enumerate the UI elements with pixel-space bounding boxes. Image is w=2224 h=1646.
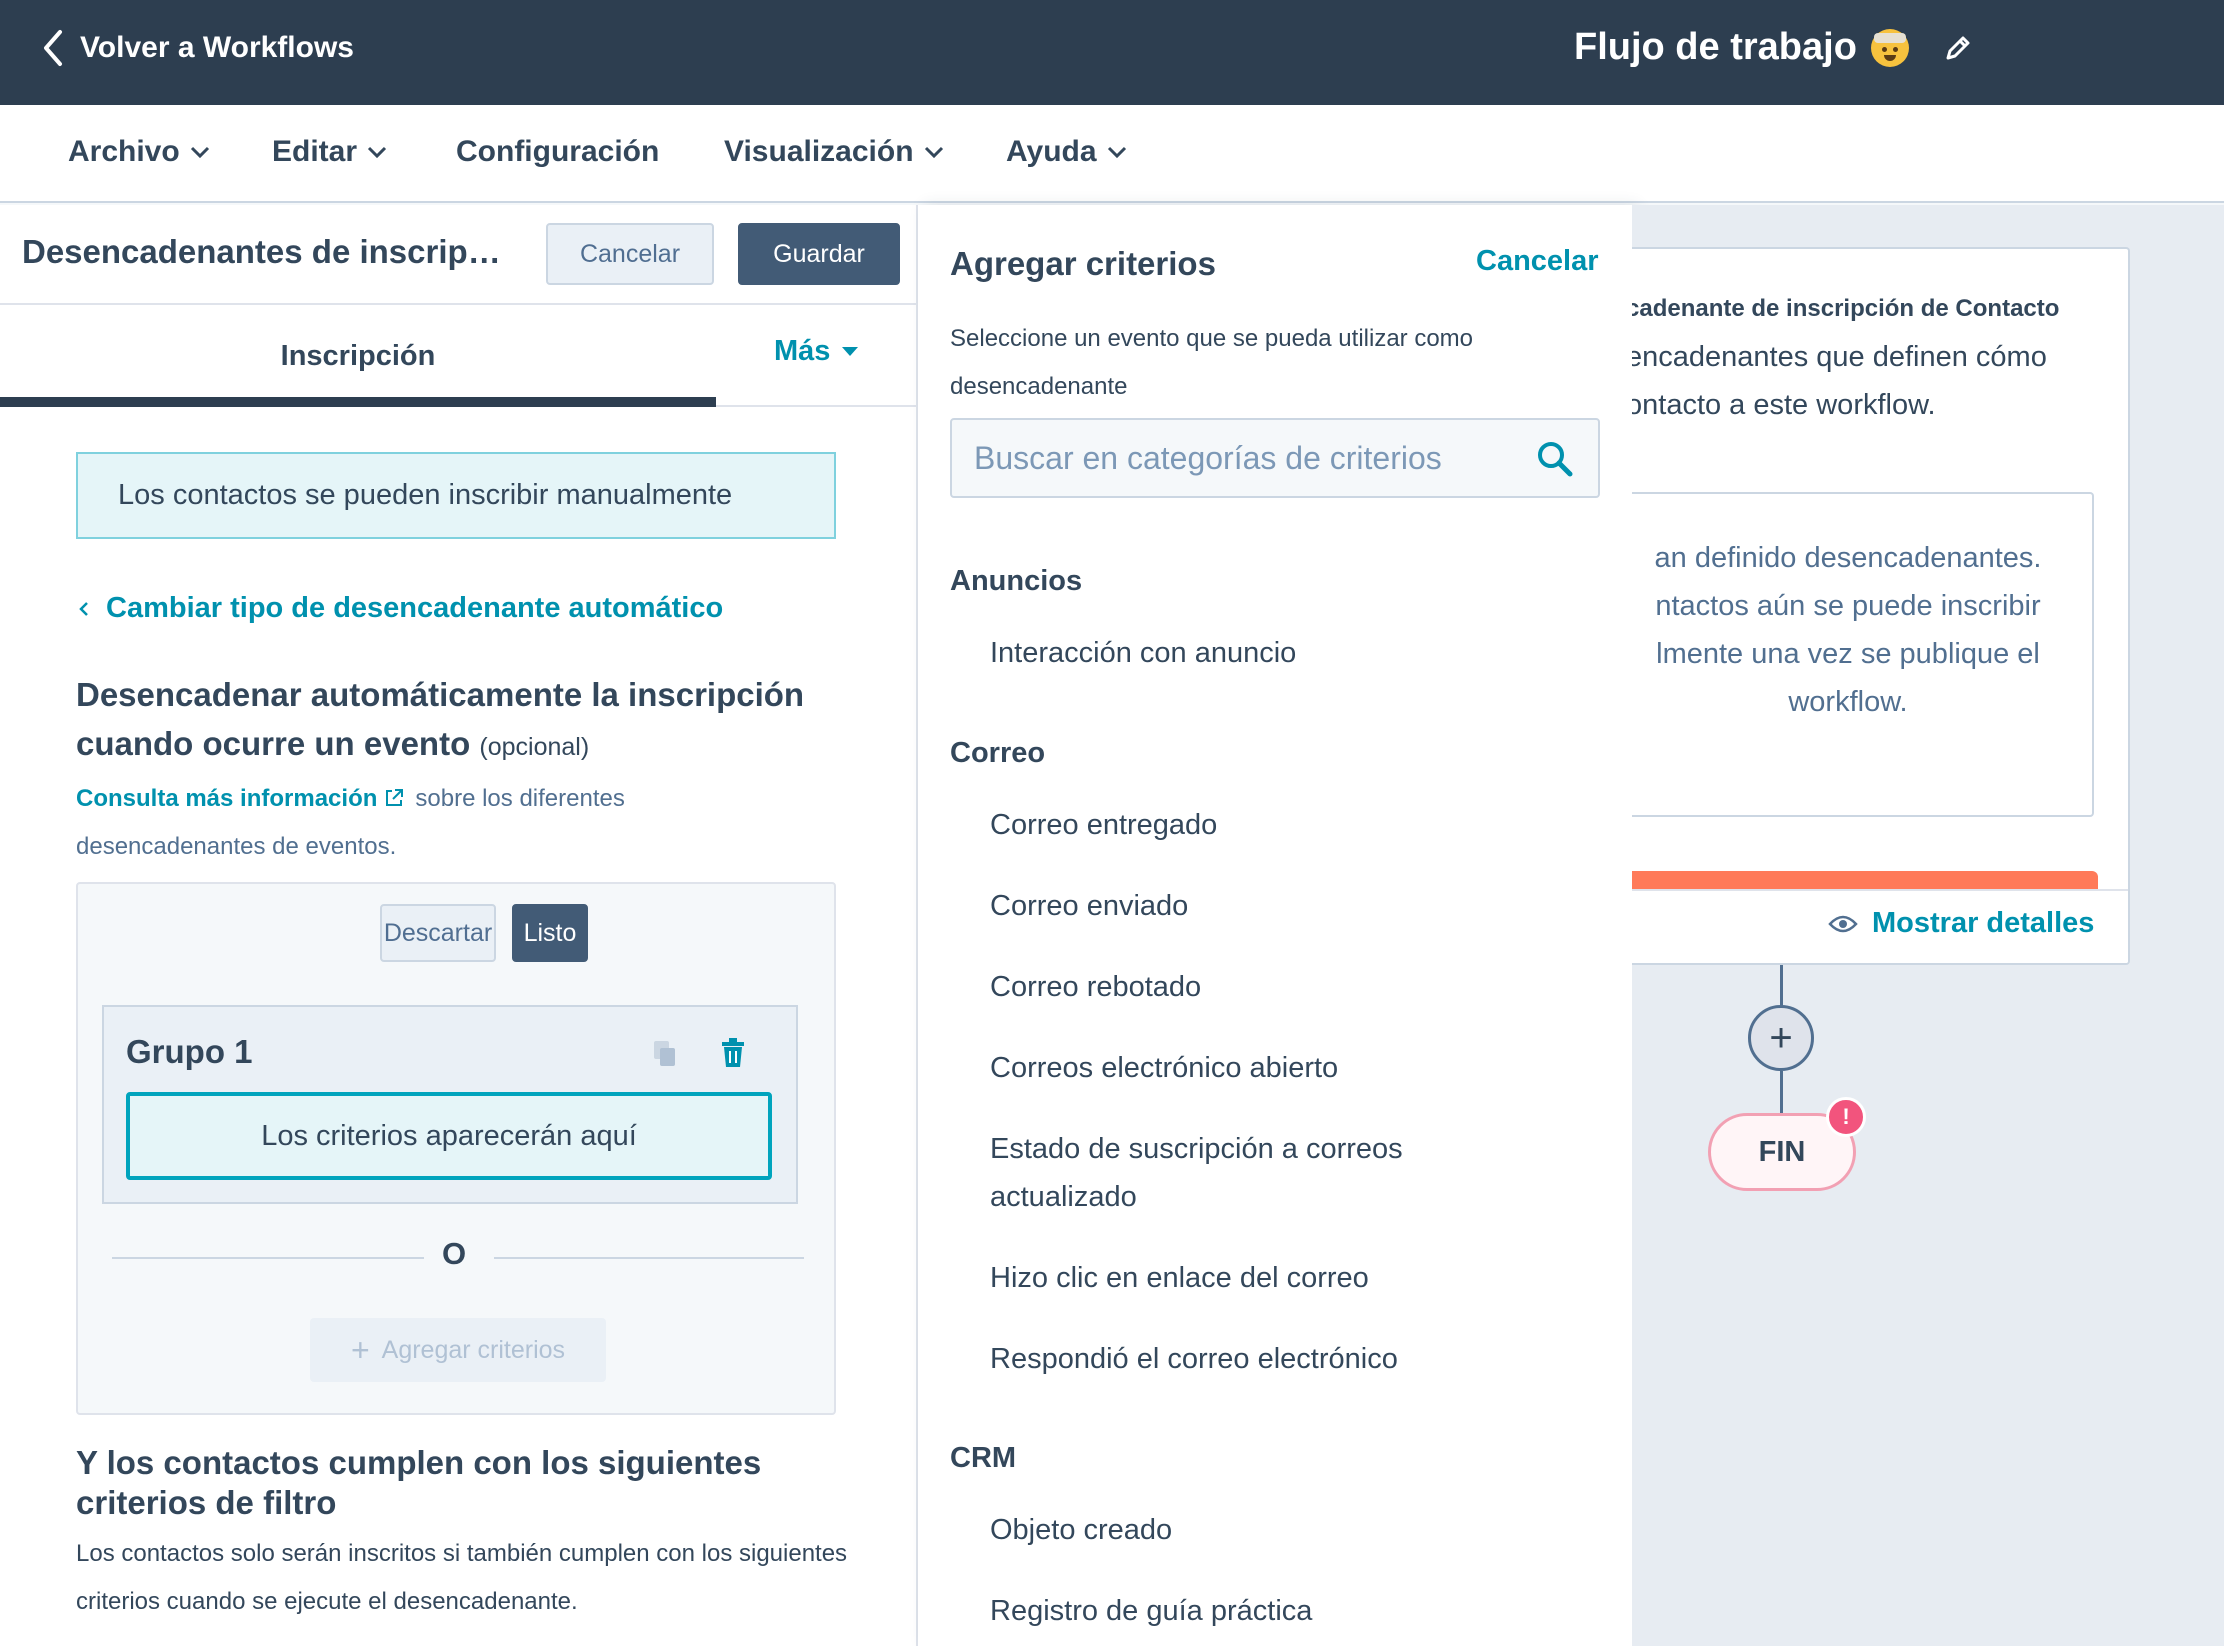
criteria-search-input[interactable] [952,420,1512,496]
criteria-option[interactable]: Interacción con anuncio [990,629,1550,677]
or-divider-left [112,1257,424,1259]
add-criteria-cancel-link[interactable]: Cancelar [1476,245,1599,278]
change-trigger-type-link[interactable]: Cambiar tipo de desencadenante automátic… [78,592,723,625]
trigger-card-description: encadenantes que definen cómo ontacto a … [1632,341,2047,421]
top-bar: Volver a Workflows Flujo de trabajo [0,0,2224,105]
category-correo: Correo [950,737,1046,769]
criteria-option[interactable]: Correo enviado [990,882,1550,930]
trigger-card-footer: Mostrar detalles [1632,889,2128,963]
change-trigger-label: Cambiar tipo de desencadenante automátic… [106,592,724,624]
optional-label: (opcional) [479,733,590,761]
tab-inscripcion[interactable]: Inscripción [0,305,716,407]
panel-tabs: Inscripción Más [0,305,918,407]
add-criteria-description: Seleccione un evento que se pueda utiliz… [950,325,1474,400]
plus-icon: + [350,1331,370,1368]
criteria-option[interactable]: Registro de guía práctica [990,1587,1550,1635]
criteria-group: Grupo 1 Los criterios aparecerán aquí [102,1005,798,1204]
or-divider-right [494,1257,804,1259]
menu-editar[interactable]: Editar [272,135,387,169]
menu-ayuda[interactable]: Ayuda [1006,135,1127,169]
show-details-link[interactable]: Mostrar detalles [1828,907,2094,940]
chevron-down-icon [924,146,943,159]
menu-visualizacion-label: Visualización [724,135,914,168]
active-tab-indicator [0,397,716,407]
tab-more-dropdown[interactable]: Más [774,335,859,368]
back-label: Volver a Workflows [80,31,354,64]
or-label: O [442,1236,467,1271]
menu-editar-label: Editar [272,135,358,168]
more-info-link[interactable]: Consulta más información [76,785,377,812]
event-trigger-heading: Desencadenar automáticamente la inscripc… [76,670,876,772]
trigger-card-title: cadenante de inscripción de Contacto [1632,295,2060,322]
show-details-label: Mostrar detalles [1872,907,2095,939]
chevron-down-icon [367,146,387,159]
menu-archivo[interactable]: Archivo [68,135,210,169]
category-crm: CRM [950,1442,1017,1474]
criteria-option[interactable]: Objeto creado [990,1506,1550,1554]
manual-enrollment-note: Los contactos se pueden inscribir manual… [76,452,836,539]
cancel-button[interactable]: Cancelar [546,223,714,285]
connector-line [1780,965,1783,1007]
back-to-workflows-link[interactable]: Volver a Workflows [40,28,354,68]
menu-visualizacion[interactable]: Visualización [724,135,944,169]
menu-configuracion-label: Configuración [456,135,660,168]
more-info-text: Consulta más información sobre los difere… [76,775,796,871]
save-button[interactable]: Guardar [738,223,900,285]
panel-header: Desencadenantes de inscripc... Cancelar … [0,205,918,305]
criteria-option[interactable]: Respondió el correo electrónico [990,1335,1550,1383]
card-accent-bar [1632,871,2098,891]
workflow-canvas: cadenante de inscripción de Contacto enc… [1632,205,2224,1646]
external-link-icon [386,789,404,806]
enrollment-triggers-panel: Desencadenantes de inscripc... Cancelar … [0,205,918,1646]
alert-badge: ! [1826,1097,1866,1137]
enrollment-trigger-card[interactable]: cadenante de inscripción de Contacto enc… [1632,247,2130,965]
event-criteria-card: Descartar Listo Grupo 1 Los criterios ap… [76,882,836,1415]
edit-pencil-icon[interactable] [1943,33,1973,63]
search-icon[interactable] [1536,440,1574,478]
filter-criteria-description: Los contactos solo serán inscritos si ta… [76,1540,848,1615]
done-button[interactable]: Listo [512,904,588,962]
event-heading-text: Desencadenar automáticamente la inscripc… [76,676,805,762]
menu-configuracion[interactable]: Configuración [456,135,659,169]
criteria-option[interactable]: Estado de suscripción a correos actualiz… [990,1125,1460,1221]
no-triggers-text: an definido desencadenantes. ntactos aún… [1654,542,2042,718]
criteria-option[interactable]: Hizo clic en enlace del correo [990,1254,1550,1302]
workflow-title-group: Flujo de trabajo [1574,26,1973,69]
filter-criteria-heading: Y los contactos cumplen con los siguient… [76,1444,762,1521]
menu-ayuda-label: Ayuda [1006,135,1097,168]
group-title: Grupo 1 [126,1033,253,1070]
chevron-down-icon [190,146,209,159]
criteria-option[interactable]: Correo entregado [990,801,1550,849]
criteria-option[interactable]: Correos electrónico abierto [990,1044,1550,1092]
chevron-left-icon [79,601,88,616]
eye-icon [1828,915,1858,932]
add-action-button[interactable]: + [1748,1005,1814,1071]
panel-title: Desencadenantes de inscripc... [22,233,502,270]
caret-down-icon [842,347,859,356]
add-criteria-label: Agregar criterios [381,1335,566,1364]
criteria-option[interactable]: Correo rebotado [990,963,1550,1011]
copy-icon[interactable] [652,1039,678,1069]
trash-icon[interactable] [720,1037,746,1069]
category-anuncios: Anuncios [950,565,1083,597]
criteria-search-box [950,418,1600,498]
criteria-placeholder-slot[interactable]: Los criterios aparecerán aquí [126,1092,772,1180]
chevron-left-icon [44,30,62,66]
connector-line [1780,1071,1783,1115]
mind-blown-emoji-icon [1870,28,1909,67]
menu-archivo-label: Archivo [68,135,180,168]
menu-bar: Archivo Editar Configuración Visualizaci… [0,105,2224,203]
chevron-down-icon [1107,146,1126,159]
workflow-title: Flujo de trabajo [1574,26,1857,68]
no-triggers-box: an definido desencadenantes. ntactos aún… [1632,492,2094,817]
tab-more-label: Más [774,335,831,367]
plus-icon: + [1769,1015,1793,1060]
discard-button[interactable]: Descartar [380,904,496,962]
add-criteria-title: Agregar criterios [950,245,1216,282]
add-criteria-button-disabled[interactable]: + Agregar criterios [310,1318,606,1382]
add-criteria-panel: Agregar criterios Cancelar Seleccione un… [918,205,1632,1646]
